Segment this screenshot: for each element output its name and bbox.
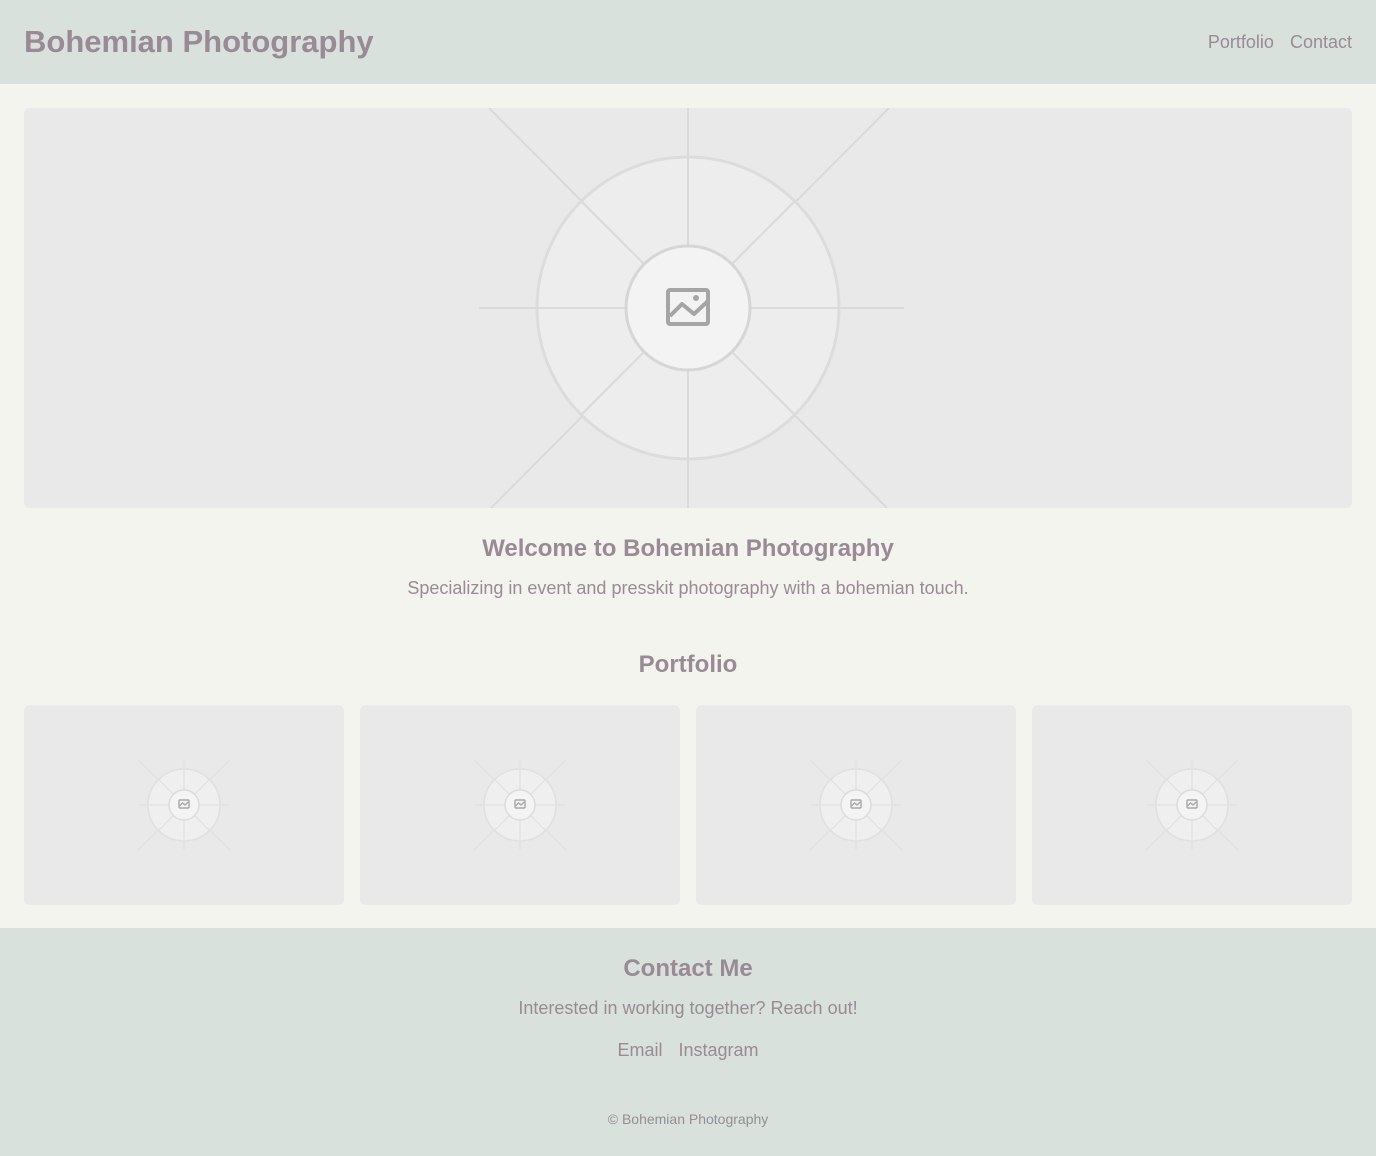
copyright-text: © Bohemian Photography [607, 1111, 769, 1127]
image-placeholder-icon [137, 759, 231, 851]
portfolio-item[interactable] [696, 705, 1016, 905]
image-placeholder-icon [473, 759, 567, 851]
main-nav: Portfolio Contact [1208, 32, 1352, 53]
nav-contact-link[interactable]: Contact [1290, 32, 1352, 53]
nav-portfolio-link[interactable]: Portfolio [1208, 32, 1274, 53]
email-link[interactable]: Email [617, 1040, 662, 1061]
welcome-title: Welcome to Bohemian Photography [482, 535, 894, 562]
hero-image-placeholder [24, 108, 1352, 508]
main-content: Welcome to Bohemian Photography Speciali… [0, 84, 1376, 905]
contact-footer: Contact Me Interested in working togethe… [0, 928, 1376, 1156]
contact-text: Interested in working together? Reach ou… [518, 998, 858, 1018]
portfolio-title: Portfolio [638, 651, 738, 678]
brand-title[interactable]: Bohemian Photography [24, 24, 374, 60]
image-placeholder-icon [479, 108, 904, 508]
contact-links: Email Instagram [0, 1040, 1376, 1061]
portfolio-item[interactable] [1032, 705, 1352, 905]
image-placeholder-icon [1145, 759, 1239, 851]
portfolio-grid [24, 705, 1352, 905]
instagram-link[interactable]: Instagram [678, 1040, 758, 1061]
welcome-text: Specializing in event and presskit photo… [407, 578, 969, 598]
site-header: Bohemian Photography Portfolio Contact [0, 0, 1376, 84]
portfolio-item[interactable] [360, 705, 680, 905]
portfolio-item[interactable] [24, 705, 344, 905]
contact-title: Contact Me [623, 955, 753, 982]
image-placeholder-icon [809, 759, 903, 851]
